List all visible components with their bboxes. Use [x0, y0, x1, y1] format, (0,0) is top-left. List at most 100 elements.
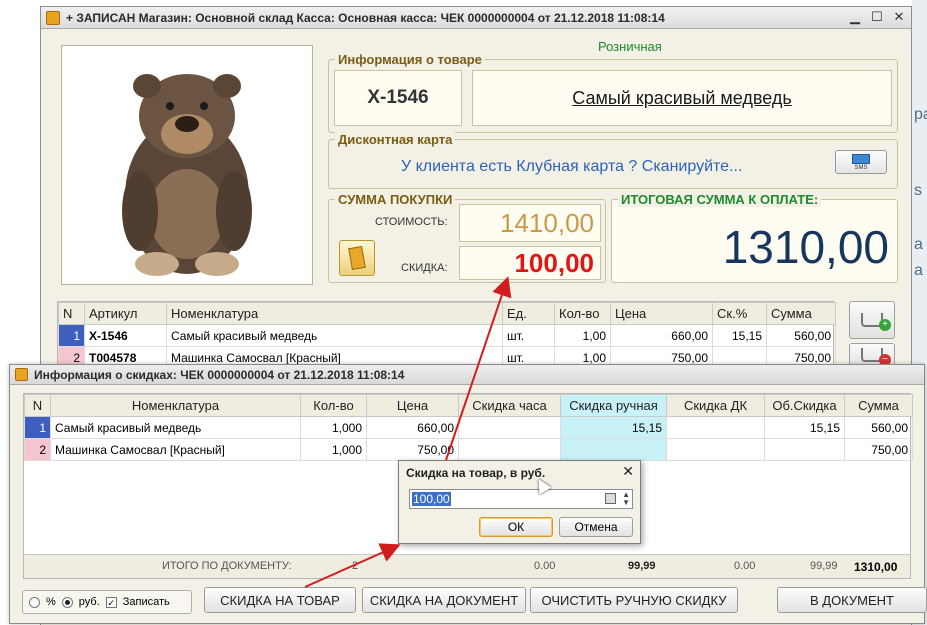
save-checkbox[interactable]: ✓ — [105, 596, 117, 608]
product-info-group: Информация о товаре Х-1546 Самый красивы… — [328, 52, 898, 133]
background-text: а — [914, 262, 923, 279]
product-photo — [61, 45, 313, 285]
cell-price: 750,00 — [366, 438, 459, 461]
table-row[interactable]: 1 Х-1546 Самый красивый медведь шт. 1,00… — [58, 324, 836, 347]
column-header[interactable]: Скидка часа — [458, 394, 561, 417]
cell-card-discount — [666, 438, 765, 461]
column-header[interactable]: Сумма — [844, 394, 913, 417]
cost-label: СТОИМОСТЬ: — [375, 216, 448, 228]
table-row[interactable]: 1 Самый красивый медведь 1,000 660,00 15… — [24, 416, 913, 439]
app-icon — [15, 368, 28, 381]
maximize-icon[interactable]: ☐ — [869, 9, 885, 25]
item-discount-dialog: Скидка на товар, в руб. ✕ 100,00 ▲ ▼ ОК О… — [398, 460, 641, 544]
table-row[interactable]: 2 Машинка Самосвал [Красный] 1,000 750,0… — [24, 438, 913, 461]
column-header[interactable]: Сумма — [766, 302, 836, 325]
discount-amount-input[interactable]: 100,00 ▲ ▼ — [409, 489, 633, 509]
rub-label: руб. — [78, 596, 100, 608]
column-header[interactable]: Кол-во — [554, 302, 611, 325]
envelope-icon — [852, 153, 870, 164]
discount-label: СКИДКА: — [401, 262, 448, 274]
row-number: 1 — [24, 416, 51, 439]
cell-unit: шт. — [502, 324, 555, 347]
cell-price: 660,00 — [366, 416, 459, 439]
cell-card-discount — [666, 416, 765, 439]
background-text: а — [914, 236, 923, 253]
close-icon[interactable]: ✕ — [622, 463, 634, 480]
cell-qty: 1,000 — [300, 416, 367, 439]
cell-total-discount: 15,15 — [764, 416, 845, 439]
discount-value: 100,00 — [514, 247, 594, 278]
total-to-pay-title: ИТОГОВАЯ СУММА К ОПЛАТЕ: — [618, 192, 822, 207]
cell-manual-discount[interactable] — [560, 438, 667, 461]
add-to-cart-button[interactable]: + — [849, 301, 895, 339]
bear-image — [122, 74, 252, 276]
cell-sum: 750,00 — [844, 438, 913, 461]
column-header[interactable]: N — [58, 302, 85, 325]
column-header[interactable]: Артикул — [84, 302, 167, 325]
column-header[interactable]: N — [24, 394, 51, 417]
close-icon[interactable]: ✕ — [891, 9, 907, 25]
column-header[interactable]: Цена — [610, 302, 713, 325]
to-document-button[interactable]: В ДОКУМЕНТ — [777, 587, 927, 613]
total-to-pay-value: 1310,00 — [722, 221, 889, 273]
cell-name: Самый красивый медведь — [166, 324, 503, 347]
cell-qty: 1,000 — [300, 438, 367, 461]
footer-total-discount: 99,99 — [810, 560, 838, 572]
cart-add-icon: + — [861, 313, 891, 331]
cost-value: 1410,00 — [500, 207, 594, 238]
background-text: ра — [914, 106, 927, 123]
discount-actions-bar: % руб. ✓ Записать СКИДКА НА ТОВАР СКИДКА… — [22, 587, 927, 617]
cell-total-discount — [764, 438, 845, 461]
item-discount-button[interactable]: СКИДКА НА ТОВАР — [204, 587, 356, 613]
cell-sum: 560,00 — [844, 416, 913, 439]
footer-sum: 1310,00 — [854, 560, 898, 574]
cell-hour-discount — [458, 438, 561, 461]
cell-name: Машинка Самосвал [Красный] — [50, 438, 301, 461]
discount-book-button[interactable] — [339, 240, 375, 276]
product-name: Самый красивый медведь — [472, 70, 892, 126]
row-number: 2 — [24, 438, 51, 461]
purchase-sum-title: СУММА ПОКУПКИ — [335, 192, 456, 207]
rub-radio[interactable] — [61, 596, 73, 608]
column-header[interactable]: Скидка ДК — [666, 394, 765, 417]
ok-button[interactable]: ОК — [479, 517, 553, 537]
footer-manual-discount: 99,99 — [628, 560, 656, 572]
percent-label: % — [46, 596, 56, 608]
document-discount-button[interactable]: СКИДКА НА ДОКУМЕНТ — [362, 587, 526, 613]
table-header: N Артикул Номенклатура Ед. Кол-во Цена С… — [58, 302, 836, 325]
cart-remove-icon: − — [861, 348, 891, 366]
purchase-sum-group: СУММА ПОКУПКИ СТОИМОСТЬ: 1410,00 СКИДКА:… — [328, 192, 606, 283]
column-header[interactable]: Кол-во — [300, 394, 367, 417]
background-text: s — [914, 182, 922, 199]
column-header[interactable]: Скидка ручная — [560, 394, 667, 417]
window-title: + ЗАПИСАН Магазин: Основной склад Касса:… — [66, 11, 665, 25]
discount-window-titlebar[interactable]: Информация о скидках: ЧЕК 0000000004 от … — [10, 365, 924, 385]
column-header[interactable]: Номенклатура — [50, 394, 301, 417]
column-header[interactable]: Номенклатура — [166, 302, 503, 325]
discount-window-title: Информация о скидках: ЧЕК 0000000004 от … — [34, 368, 405, 382]
column-header[interactable]: Ск.% — [712, 302, 767, 325]
cell-manual-discount[interactable]: 15,15 — [560, 416, 667, 439]
app-icon — [46, 11, 60, 25]
sms-label: SMS — [854, 164, 868, 171]
footer-qty: 2 — [352, 560, 359, 572]
calculator-icon[interactable] — [605, 493, 616, 504]
spinner-icon[interactable]: ▲ ▼ — [622, 491, 630, 507]
book-icon — [348, 245, 366, 271]
save-label: Записать — [122, 596, 170, 608]
cancel-button[interactable]: Отмена — [559, 517, 633, 537]
cell-discount-percent: 15,15 — [712, 324, 767, 347]
footer-label: ИТОГО ПО ДОКУМЕНТУ: — [162, 560, 292, 572]
column-header[interactable]: Цена — [366, 394, 459, 417]
minimize-icon[interactable]: ▁ — [847, 9, 863, 25]
receipt-window-titlebar[interactable]: + ЗАПИСАН Магазин: Основной склад Касса:… — [41, 7, 911, 29]
table-header: N Номенклатура Кол-во Цена Скидка часа С… — [24, 394, 913, 417]
percent-radio[interactable] — [29, 596, 40, 608]
column-header[interactable]: Об.Скидка — [764, 394, 845, 417]
clear-manual-discount-button[interactable]: ОЧИСТИТЬ РУЧНУЮ СКИДКУ — [530, 587, 738, 613]
sms-button[interactable]: SMS — [835, 150, 887, 174]
discount-amount-value: 100,00 — [412, 492, 451, 506]
cell-qty: 1,00 — [554, 324, 611, 347]
column-header[interactable]: Ед. — [502, 302, 555, 325]
table-footer-totals: ИТОГО ПО ДОКУМЕНТУ: 2 0.00 99,99 0.00 99… — [24, 554, 910, 578]
